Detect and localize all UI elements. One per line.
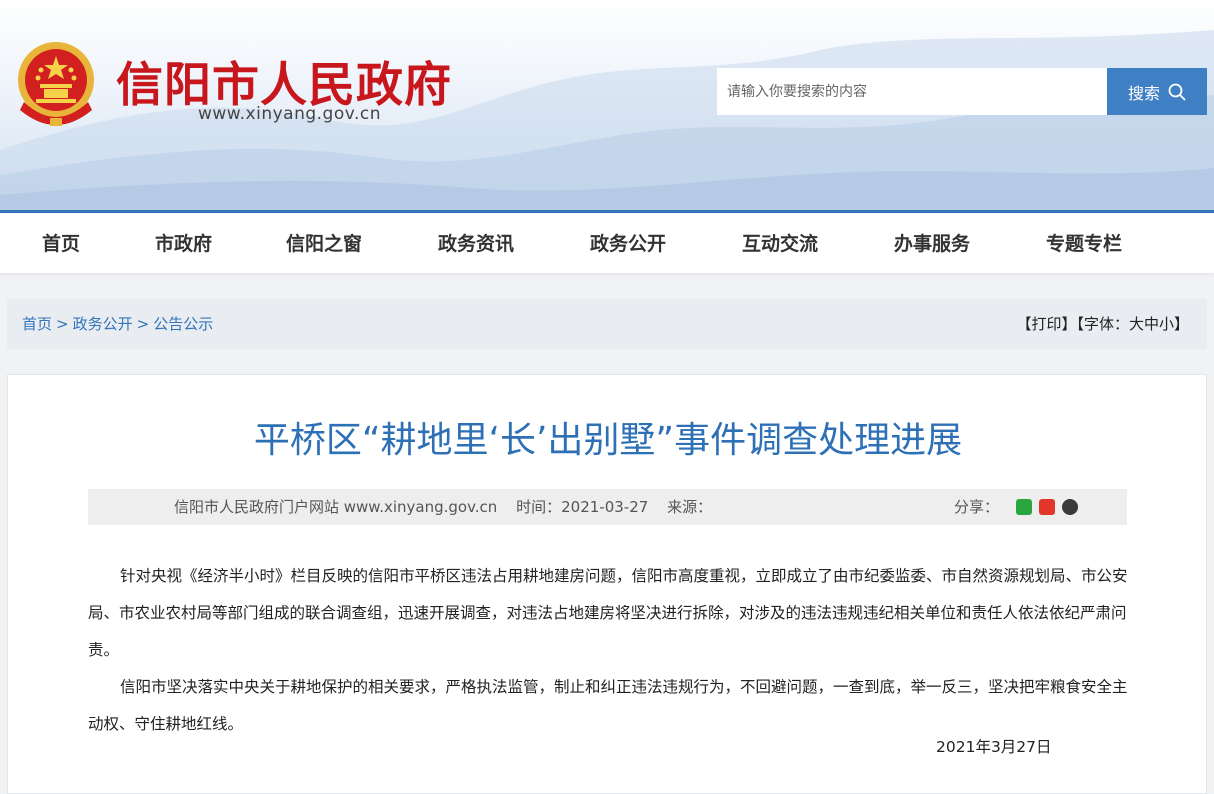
nav-item-window[interactable]: 信阳之窗 (286, 213, 362, 273)
breadcrumb-open-gov[interactable]: 政务公开 (73, 315, 133, 333)
breadcrumb: 首页 > 政务公开 > 公告公示 (22, 299, 213, 349)
font-size-control[interactable]: 【字体：大中小】 (1076, 315, 1189, 333)
page-tools: 【打印】【字体：大中小】 (1016, 299, 1189, 349)
nav-item-open-gov[interactable]: 政务公开 (590, 213, 666, 273)
article-date: 2021年3月27日 (936, 738, 1052, 756)
article-container: 平桥区“耕地里‘长’出别墅”事件调查处理进展 信阳市人民政府门户网站 www.x… (7, 374, 1207, 794)
article-title: 平桥区“耕地里‘长’出别墅”事件调查处理进展 (253, 420, 963, 461)
nav-item-home[interactable]: 首页 (42, 213, 80, 273)
search-button[interactable]: 搜索 (1107, 68, 1207, 115)
meta-info: 信阳市人民政府门户网站 www.xinyang.gov.cn 时间：2021-0… (174, 489, 726, 525)
national-emblem-icon (18, 42, 94, 126)
print-button[interactable]: 【打印】 (1016, 315, 1076, 333)
meta-origin: 来源： (667, 498, 713, 516)
breadcrumb-separator: > (136, 315, 150, 333)
weibo-icon[interactable] (1039, 499, 1055, 515)
share-icons (1016, 499, 1078, 515)
search-icon (1168, 83, 1186, 100)
article-meta: 信阳市人民政府门户网站 www.xinyang.gov.cn 时间：2021-0… (88, 489, 1127, 525)
share-label: 分享： (954, 498, 1000, 516)
search-button-label: 搜索 (1127, 83, 1160, 103)
article-paragraph: 信阳市坚决落实中央关于耕地保护的相关要求，严格执法监管，制止和纠正违法违规行为，… (88, 678, 1128, 733)
nav-item-services[interactable]: 办事服务 (894, 213, 970, 273)
article-body: 针对央视《经济半小时》栏目反映的信阳市平桥区违法占用耕地建房问题，信阳市高度重视… (88, 558, 1128, 743)
breadcrumb-home[interactable]: 首页 (22, 315, 52, 333)
search-input[interactable] (717, 68, 1107, 115)
nav-item-interaction[interactable]: 互动交流 (742, 213, 818, 273)
main-nav: 首页 市政府 信阳之窗 政务资讯 政务公开 互动交流 办事服务 专题专栏 (0, 213, 1214, 273)
breadcrumb-bar: 首页 > 政务公开 > 公告公示 【打印】【字体：大中小】 (7, 299, 1207, 349)
breadcrumb-announcements[interactable]: 公告公示 (153, 315, 213, 333)
nav-item-topics[interactable]: 专题专栏 (1046, 213, 1122, 273)
nav-item-news[interactable]: 政务资讯 (438, 213, 514, 273)
meta-source: 信阳市人民政府门户网站 www.xinyang.gov.cn (174, 498, 498, 516)
qq-icon[interactable] (1062, 499, 1078, 515)
breadcrumb-separator: > (56, 315, 69, 333)
meta-time: 时间：2021-03-27 (516, 498, 649, 516)
site-header: 信阳市人民政府 www.xinyang.gov.cn 搜索 (0, 0, 1214, 212)
nav-item-government[interactable]: 市政府 (155, 213, 212, 273)
wechat-icon[interactable] (1016, 499, 1032, 515)
article-paragraph: 针对央视《经济半小时》栏目反映的信阳市平桥区违法占用耕地建房问题，信阳市高度重视… (88, 567, 1128, 659)
site-url: www.xinyang.gov.cn (198, 104, 382, 124)
